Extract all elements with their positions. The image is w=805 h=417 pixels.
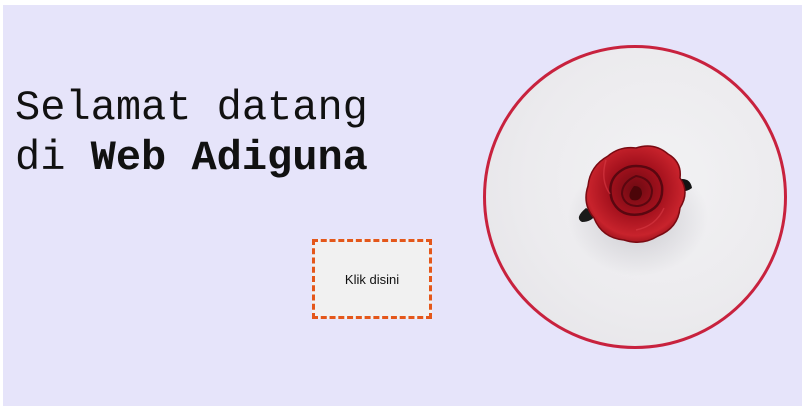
rose-image [568,145,708,276]
site-name: Web Adiguna [90,134,368,182]
headline-line-1: Selamat datang [15,84,368,132]
rose-image-circle [483,45,787,349]
hero-headline: Selamat datang di Web Adiguna [15,83,368,183]
page-background: Selamat datang di Web Adiguna Klik disin… [3,5,802,406]
headline-line-2: di Web Adiguna [15,133,368,183]
headline-prefix: di [15,134,91,182]
klik-disini-button[interactable]: Klik disini [312,239,432,319]
